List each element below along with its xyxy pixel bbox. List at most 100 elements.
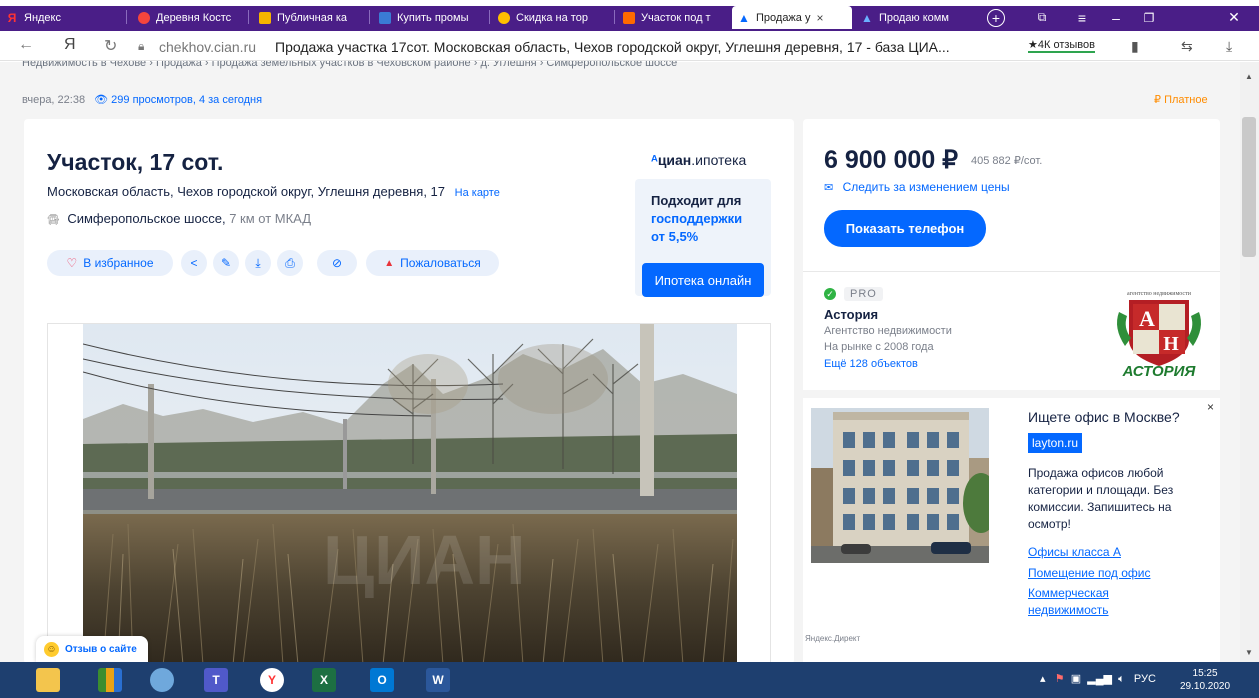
close-tab-icon[interactable]: × bbox=[816, 11, 823, 25]
complain-button[interactable]: ▲ Пожаловаться bbox=[366, 250, 499, 276]
security-icon[interactable]: ▣ bbox=[1071, 673, 1081, 685]
volume-icon[interactable]: 🔈︎ bbox=[1118, 673, 1125, 685]
lock-icon: 🔒︎ bbox=[138, 39, 145, 53]
signal-icon[interactable]: ▂▄▆ bbox=[1087, 673, 1112, 685]
paid-badge[interactable]: ₽ Платное bbox=[1154, 93, 1208, 106]
tab-commercial[interactable]: ▲ Продаю комм bbox=[855, 6, 972, 29]
taskbar-app-outlook[interactable]: O bbox=[356, 665, 408, 695]
agency-type: Агентство недвижимости bbox=[824, 325, 952, 337]
listing-meta: вчера, 22:38 👁︎ 299 просмотров, 4 за сег… bbox=[22, 93, 262, 106]
add-to-favorites-button[interactable]: ♡ В избранное bbox=[47, 250, 173, 276]
scroll-thumb[interactable] bbox=[1242, 117, 1256, 257]
tab-label: Деревня Костс bbox=[156, 11, 232, 24]
tab-yandex[interactable]: Я Яндекс bbox=[0, 6, 118, 29]
breadcrumb[interactable]: Недвижимость в Чехове › Продажа › Продаж… bbox=[22, 61, 677, 69]
yandex-browser-icon: Y bbox=[260, 668, 284, 692]
ad-domain[interactable]: layton.ru bbox=[1028, 433, 1083, 453]
tab-separator bbox=[489, 10, 490, 24]
distance-text: 7 км от МКАД bbox=[229, 211, 312, 226]
restore-icon[interactable]: ❐ bbox=[1134, 6, 1164, 29]
gov-line-1: Подходит для bbox=[651, 193, 742, 208]
check-icon: ✓ bbox=[824, 288, 836, 300]
eye-icon: 👁︎ bbox=[94, 94, 109, 106]
cian-mortgage-logo[interactable]: ᴬциан.ипотека bbox=[651, 152, 746, 168]
tab-cian-active[interactable]: ▲ Продажа у × bbox=[732, 6, 852, 29]
ad-link-class-a[interactable]: Офисы класса А bbox=[1028, 544, 1203, 561]
cian-icon: ▲ bbox=[738, 10, 750, 25]
download-icon[interactable]: ⤓ bbox=[1226, 38, 1232, 55]
tab-label: Продажа у bbox=[756, 11, 811, 24]
tab-derevnya[interactable]: Деревня Костс bbox=[132, 6, 244, 29]
watch-price-link[interactable]: ✉ Следить за изменением цены bbox=[824, 180, 1010, 194]
paid-label: Платное bbox=[1164, 94, 1208, 106]
minimize-icon[interactable]: – bbox=[1101, 6, 1131, 29]
excel-icon: X bbox=[312, 668, 336, 692]
ad-source[interactable]: Яндекс.Директ bbox=[805, 634, 860, 643]
language-indicator[interactable]: РУС bbox=[1134, 673, 1156, 685]
listing-address: Московская область, Чехов городской окру… bbox=[47, 184, 500, 199]
translate-icon[interactable]: ⇆ bbox=[1181, 38, 1193, 55]
window-close-icon[interactable]: ✕ bbox=[1219, 6, 1249, 29]
reviews-badge[interactable]: ★4К отзывов bbox=[1028, 38, 1095, 53]
edit-button[interactable]: ✎ bbox=[213, 250, 239, 276]
hide-button[interactable]: ⊘ bbox=[317, 250, 357, 276]
map-link[interactable]: На карте bbox=[455, 187, 500, 199]
scroll-up-icon[interactable]: ▲ bbox=[1245, 72, 1253, 81]
scrollbar[interactable]: ▲ ▼ bbox=[1240, 62, 1259, 662]
tab-label: Публичная ка bbox=[277, 11, 348, 24]
clock[interactable]: 15:25 29.10.2020 bbox=[1180, 667, 1230, 693]
listing-title: Участок, 17 сот. bbox=[47, 149, 224, 175]
system-tray[interactable]: ▴ ⚑ ▣ ▂▄▆ 🔈︎ РУС bbox=[1040, 672, 1156, 686]
tab-separator bbox=[614, 10, 615, 24]
tab-plot[interactable]: Участок под т bbox=[617, 6, 729, 29]
tab-discount[interactable]: Скидка на тор bbox=[492, 6, 610, 29]
taskbar-app-word[interactable]: W bbox=[412, 665, 464, 695]
tabs-menu-icon[interactable]: ⧉ bbox=[1027, 6, 1057, 29]
cian-brand: циан bbox=[657, 152, 692, 168]
svg-text:агентство недвижимости: агентство недвижимости bbox=[1127, 291, 1192, 297]
back-icon[interactable]: ← bbox=[18, 36, 34, 54]
url-domain[interactable]: chekhov.cian.ru bbox=[159, 39, 256, 55]
download-button[interactable]: ⤓ bbox=[245, 250, 271, 276]
photo-gallery[interactable]: ЦИАН bbox=[47, 323, 771, 664]
agency-name[interactable]: Астория bbox=[824, 307, 878, 322]
scroll-down-icon[interactable]: ▼ bbox=[1245, 648, 1253, 657]
ad-title[interactable]: Ищете офис в Москве? bbox=[1028, 409, 1180, 425]
ad-text: Продажа офисов любой категории и площади… bbox=[1028, 466, 1174, 531]
highway-info: 🚍︎ Симферопольское шоссе, 7 км от МКАД bbox=[47, 211, 311, 226]
bookmark-icon[interactable]: ▮ bbox=[1131, 38, 1139, 55]
agency-logo[interactable]: агентство недвижимости А Н АСТОРИЯ bbox=[1111, 288, 1207, 380]
map-pin-icon bbox=[138, 11, 150, 24]
ad-image[interactable] bbox=[811, 408, 989, 563]
views-count: 👁︎ 299 просмотров, 4 за сегодня bbox=[94, 94, 262, 106]
listing-photo[interactable]: ЦИАН bbox=[83, 324, 737, 664]
ad-close-icon[interactable]: × bbox=[1207, 400, 1214, 414]
tab-buy-industrial[interactable]: Купить промы bbox=[373, 6, 485, 29]
taskbar-app-excel[interactable]: X bbox=[298, 665, 350, 695]
network-alert-icon[interactable]: ⚑ bbox=[1055, 673, 1065, 685]
highway-name[interactable]: Симферопольское шоссе, bbox=[67, 211, 225, 226]
taskbar-app-teams[interactable]: T bbox=[190, 665, 242, 695]
taskbar-app-explorer[interactable] bbox=[22, 665, 74, 695]
agency-objects-link[interactable]: Ещё 128 объектов bbox=[824, 358, 918, 370]
new-tab-button[interactable]: + bbox=[981, 6, 1011, 29]
menu-icon[interactable]: ≡ bbox=[1067, 6, 1097, 29]
show-phone-button[interactable]: Показать телефон bbox=[824, 210, 986, 247]
map-icon bbox=[259, 11, 271, 24]
page-title-in-address-bar[interactable]: Продажа участка 17сот. Московская област… bbox=[275, 39, 950, 55]
gov-line-2: господдержки bbox=[651, 211, 743, 226]
ad-link-office-space[interactable]: Помещение под офис bbox=[1028, 565, 1203, 582]
tab-public-map[interactable]: Публичная ка bbox=[253, 6, 365, 29]
taskbar-app-yandex[interactable]: Y bbox=[246, 665, 298, 695]
mortgage-online-button[interactable]: Ипотека онлайн bbox=[642, 263, 764, 297]
feedback-button[interactable]: ☺ Отзыв о сайте bbox=[36, 636, 148, 662]
taskbar-app-stats[interactable] bbox=[84, 665, 136, 695]
taskbar-app-paint[interactable] bbox=[136, 665, 188, 695]
share-button[interactable]: < bbox=[181, 250, 207, 276]
ad-link-commercial[interactable]: Коммерческая недвижимость bbox=[1028, 585, 1138, 619]
yandex-home-icon[interactable]: Я bbox=[64, 36, 76, 54]
tray-arrow-icon[interactable]: ▴ bbox=[1040, 673, 1046, 685]
print-button[interactable]: ⎙ bbox=[277, 250, 303, 276]
price-card: 6 900 000 ₽ 405 882 ₽/сот. ✉ Следить за … bbox=[803, 119, 1220, 271]
reload-icon[interactable]: ↻ bbox=[104, 36, 117, 56]
